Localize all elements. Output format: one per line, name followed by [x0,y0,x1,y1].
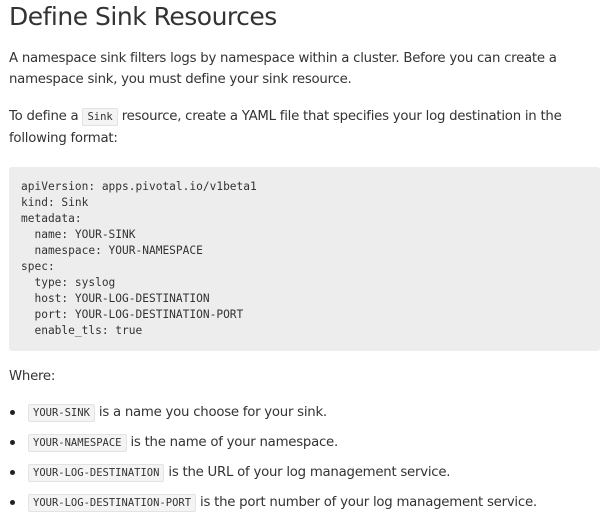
yaml-code-block: apiVersion: apps.pivotal.io/v1beta1 kind… [9,167,600,351]
param-description: is the URL of your log management servic… [164,465,451,480]
param-description: is a name you choose for your sink. [94,405,327,420]
bullet-icon [10,470,15,475]
define-paragraph: To define a Sink resource, create a YAML… [9,106,593,149]
intro-paragraph: A namespace sink filters logs by namespa… [9,51,557,87]
where-label: Where: [9,369,56,384]
define-text-before: To define a [9,109,83,124]
list-item: YOUR-LOG-DESTINATION is the URL of your … [9,462,599,492]
sink-inline-code: Sink [82,108,118,126]
param-description: is the name of your namespace. [126,435,338,450]
list-item: YOUR-LOG-DESTINATION-PORT is the port nu… [9,492,599,522]
param-description: is the port number of your log managemen… [196,495,537,510]
param-inline-code: YOUR-SINK [28,404,95,422]
list-item: YOUR-NAMESPACE is the name of your names… [9,432,599,462]
page-title: Define Sink Resources [9,2,277,31]
bullet-icon [10,410,15,415]
param-inline-code: YOUR-NAMESPACE [28,434,127,452]
param-inline-code: YOUR-LOG-DESTINATION-PORT [28,494,197,512]
where-list: YOUR-SINK is a name you choose for your … [9,402,599,522]
bullet-icon [10,500,15,505]
param-inline-code: YOUR-LOG-DESTINATION [28,464,165,482]
list-item: YOUR-SINK is a name you choose for your … [9,402,599,432]
bullet-icon [10,440,15,445]
